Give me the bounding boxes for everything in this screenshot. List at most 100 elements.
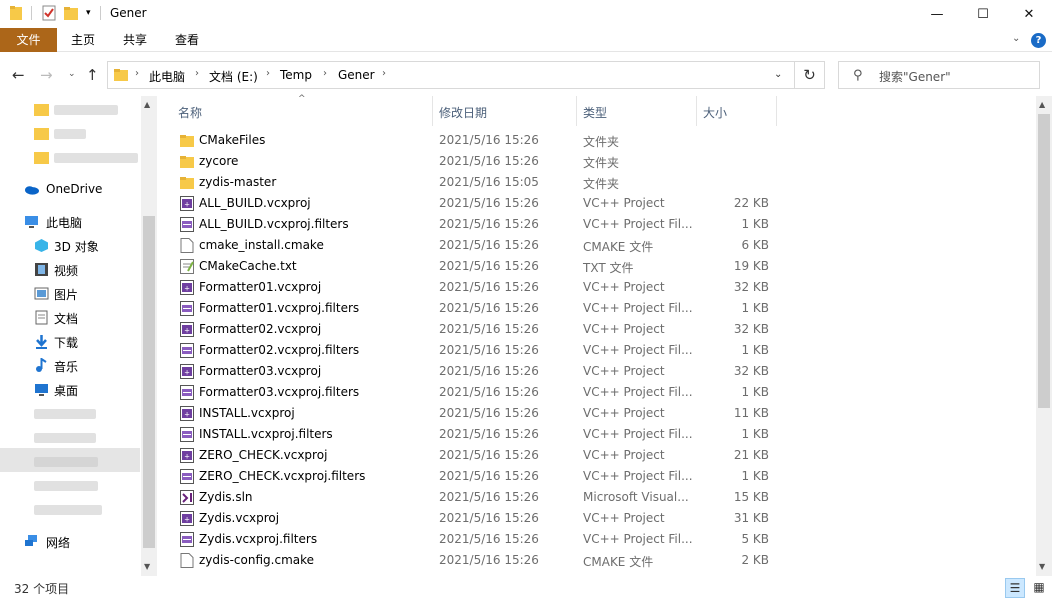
file-list-scrollbar[interactable]: ▲ ▼ [1036, 96, 1052, 576]
file-date: 2021/5/16 15:26 [439, 301, 539, 315]
search-box[interactable]: ⚲ 搜索"Gener" [838, 61, 1040, 89]
vcxproj-file-icon: + [180, 511, 194, 526]
minimize-button[interactable]: — [914, 0, 960, 28]
column-divider[interactable] [696, 96, 697, 126]
sidebar-item-label: OneDrive [46, 182, 103, 196]
column-divider[interactable] [576, 96, 577, 126]
forward-button[interactable]: → [40, 66, 53, 84]
breadcrumb-separator[interactable]: › [135, 68, 139, 79]
drive-item[interactable] [0, 402, 140, 426]
breadcrumb-separator[interactable]: › [195, 68, 199, 79]
up-button[interactable]: ↑ [86, 66, 99, 84]
redacted-label [54, 153, 138, 163]
tab-file[interactable]: 文件 [0, 28, 57, 52]
vcxproj-file-icon: + [180, 280, 194, 295]
breadcrumb-this-pc[interactable]: 此电脑 [149, 68, 185, 85]
file-row[interactable]: + Zydis.vcxproj 2021/5/16 15:26 VC++ Projec… [170, 508, 1040, 529]
maximize-button[interactable]: ☐ [960, 0, 1006, 28]
drive-item[interactable] [0, 426, 140, 450]
search-input[interactable]: 搜索"Gener" [879, 68, 951, 85]
file-row[interactable]: + Formatter02.vcxproj 2021/5/16 15:26 VC++ … [170, 319, 1040, 340]
scroll-thumb[interactable] [143, 216, 155, 548]
scroll-up-icon[interactable]: ▲ [144, 100, 150, 109]
tab-view[interactable]: 查看 [166, 28, 208, 52]
breadcrumb-drive[interactable]: 文档 (E:) [209, 68, 258, 85]
file-row[interactable]: zycore 2021/5/16 15:26 文件夹 [170, 151, 1040, 172]
quick-access-item[interactable] [0, 146, 140, 170]
address-bar[interactable]: › 此电脑 › 文档 (E:) › Temp › Gener › ⌄ [107, 61, 795, 89]
breadcrumb-temp[interactable]: Temp [280, 68, 312, 82]
column-date[interactable]: 修改日期 [439, 104, 487, 121]
large-icons-view-button[interactable]: ▦ [1029, 578, 1049, 598]
tab-home[interactable]: 主页 [62, 28, 104, 52]
column-divider[interactable] [432, 96, 433, 126]
drive-item[interactable] [0, 474, 140, 498]
file-type: Microsoft Visual... [583, 490, 689, 504]
refresh-button[interactable]: ↻ [795, 61, 825, 89]
tab-share[interactable]: 共享 [114, 28, 156, 52]
sidebar-item-network[interactable]: 网络 [0, 530, 140, 554]
sidebar-item-music[interactable]: 音乐 [0, 354, 140, 378]
file-date: 2021/5/16 15:26 [439, 385, 539, 399]
file-row[interactable]: cmake_install.cmake 2021/5/16 15:26 CMAKE … [170, 235, 1040, 256]
file-row[interactable]: Formatter03.vcxproj.filters 2021/5/16 15:… [170, 382, 1040, 403]
sidebar-item-3d-objects[interactable]: 3D 对象 [0, 234, 140, 258]
scroll-down-icon[interactable]: ▼ [1039, 562, 1045, 571]
sidebar-item-videos[interactable]: 视频 [0, 258, 140, 282]
file-row[interactable]: ZERO_CHECK.vcxproj.filters 2021/5/16 15:2… [170, 466, 1040, 487]
sidebar-item-documents[interactable]: 文档 [0, 306, 140, 330]
sidebar-item-this-pc[interactable]: 此电脑 [0, 210, 140, 234]
videos-icon [35, 263, 48, 276]
quick-access-item[interactable] [0, 98, 140, 122]
file-row[interactable]: zydis-master 2021/5/16 15:05 文件夹 [170, 172, 1040, 193]
sidebar-item-desktop[interactable]: 桌面 [0, 378, 140, 402]
column-divider[interactable] [776, 96, 777, 126]
column-size[interactable]: 大小 [703, 104, 727, 121]
file-row[interactable]: INSTALL.vcxproj.filters 2021/5/16 15:26 VC… [170, 424, 1040, 445]
properties-icon[interactable] [42, 5, 56, 21]
file-row[interactable]: zydis-config.cmake 2021/5/16 15:26 CMAKE 文… [170, 550, 1040, 571]
file-row[interactable]: CMakeCache.txt 2021/5/16 15:26 TXT 文件 19 KB [170, 256, 1040, 277]
close-button[interactable]: ✕ [1006, 0, 1052, 28]
breadcrumb-gener[interactable]: Gener [338, 68, 375, 82]
file-type: VC++ Project [583, 280, 665, 294]
file-row[interactable]: Zydis.vcxproj.filters 2021/5/16 15:26 VC++… [170, 529, 1040, 550]
details-view-button[interactable]: ☰ [1005, 578, 1025, 598]
recent-locations-button[interactable]: ⌄ [68, 69, 76, 79]
file-row[interactable]: + INSTALL.vcxproj 2021/5/16 15:26 VC++ Proj… [170, 403, 1040, 424]
breadcrumb-separator[interactable]: › [323, 68, 327, 79]
file-row[interactable]: + Formatter01.vcxproj 2021/5/16 15:26 VC++ … [170, 277, 1040, 298]
file-row[interactable]: + ZERO_CHECK.vcxproj 2021/5/16 15:26 VC++ P… [170, 445, 1040, 466]
scroll-up-icon[interactable]: ▲ [1039, 100, 1045, 109]
scroll-down-icon[interactable]: ▼ [144, 562, 150, 571]
drive-item[interactable] [0, 450, 140, 474]
file-row[interactable]: CMakeFiles 2021/5/16 15:26 文件夹 [170, 130, 1040, 151]
sidebar-item-onedrive[interactable]: OneDrive [0, 178, 140, 202]
scroll-thumb[interactable] [1038, 114, 1050, 408]
column-type[interactable]: 类型 [583, 104, 607, 121]
sidebar-item-downloads[interactable]: 下载 [0, 330, 140, 354]
customize-quick-access-icon[interactable]: ▾ [86, 8, 91, 18]
sidebar-item-pictures[interactable]: 图片 [0, 282, 140, 306]
breadcrumb-separator[interactable]: › [382, 68, 386, 79]
help-icon[interactable]: ? [1031, 33, 1046, 48]
quick-access-item[interactable] [0, 122, 140, 146]
file-row[interactable]: Zydis.sln 2021/5/16 15:26 Microsoft Visual… [170, 487, 1040, 508]
file-row[interactable]: Formatter02.vcxproj.filters 2021/5/16 15:… [170, 340, 1040, 361]
navpane-scrollbar[interactable]: ▲ ▼ [141, 96, 157, 576]
expand-ribbon-icon[interactable]: ⌄ [1012, 33, 1020, 44]
file-size: 1 KB [741, 301, 769, 315]
file-row[interactable]: + ALL_BUILD.vcxproj 2021/5/16 15:26 VC++ Pr… [170, 193, 1040, 214]
back-button[interactable]: ← [12, 66, 25, 84]
file-row[interactable]: Formatter01.vcxproj.filters 2021/5/16 15:… [170, 298, 1040, 319]
drive-item[interactable] [0, 498, 140, 522]
file-name: ZERO_CHECK.vcxproj [199, 448, 328, 462]
file-row[interactable]: + Formatter03.vcxproj 2021/5/16 15:26 VC++ … [170, 361, 1040, 382]
new-folder-icon[interactable] [64, 5, 78, 21]
folder-icon[interactable] [10, 5, 22, 21]
sidebar-item-label: 下载 [54, 336, 79, 350]
column-name[interactable]: 名称 [178, 104, 202, 121]
address-history-dropdown[interactable]: ⌄ [774, 69, 782, 80]
file-row[interactable]: ALL_BUILD.vcxproj.filters 2021/5/16 15:26… [170, 214, 1040, 235]
breadcrumb-separator[interactable]: › [266, 68, 270, 79]
